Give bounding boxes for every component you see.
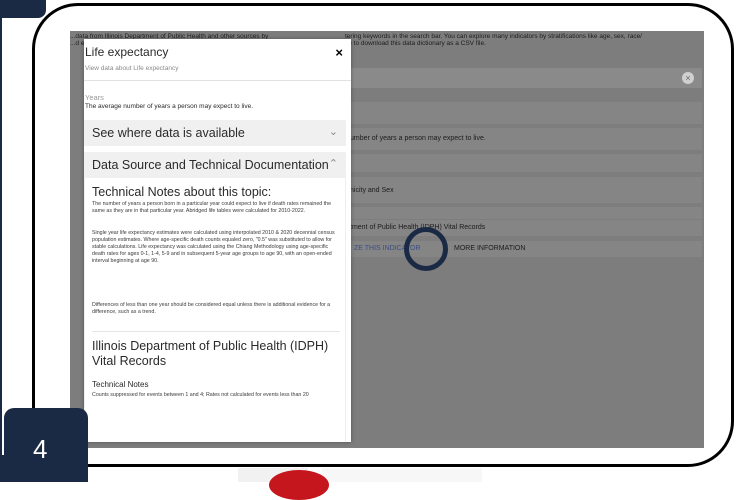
page-footer-fragment bbox=[322, 468, 482, 482]
step-number: 4 bbox=[33, 434, 48, 464]
step-tab-corner bbox=[0, 0, 46, 18]
logo-fragment bbox=[269, 470, 329, 500]
callout-frame bbox=[32, 3, 734, 467]
left-edge-border bbox=[0, 0, 2, 470]
left-edge-border bbox=[0, 455, 4, 482]
